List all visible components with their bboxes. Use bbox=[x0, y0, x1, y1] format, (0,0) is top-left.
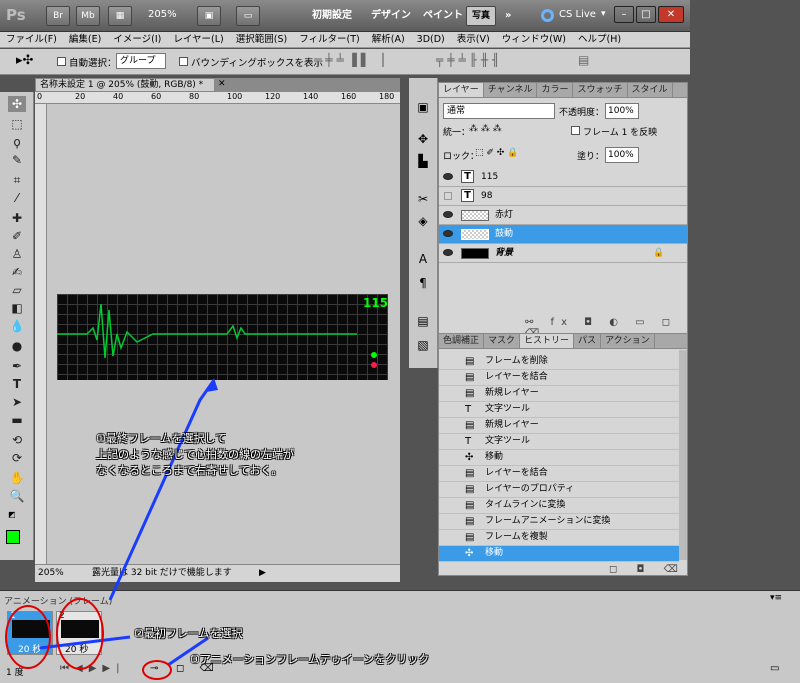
highlight-circle-frame-1 bbox=[5, 605, 51, 669]
annotation-note-2: ②最初フレームを選択 bbox=[134, 627, 243, 640]
annotation-note-3: ③アニメーションフレームテゥイーンをクリック bbox=[190, 653, 430, 666]
highlight-circle-frame-2 bbox=[56, 598, 104, 670]
highlight-circle-tween bbox=[142, 660, 172, 680]
annotation-note-1: ①最終フレームを選択して 上記のような感じで心拍数の線の左端が なくなるところま… bbox=[96, 431, 294, 479]
annotation-arrows bbox=[39, 378, 218, 667]
annotation-line: ①最終フレームを選択して bbox=[96, 432, 227, 445]
annotation-line: なくなるところまで右寄せしておく。 bbox=[96, 464, 283, 477]
annotation-line: 上記のような感じで心拍数の線の左端が bbox=[96, 448, 294, 461]
arrow-to-last-frame bbox=[108, 379, 216, 601]
arrow-head bbox=[206, 378, 218, 392]
